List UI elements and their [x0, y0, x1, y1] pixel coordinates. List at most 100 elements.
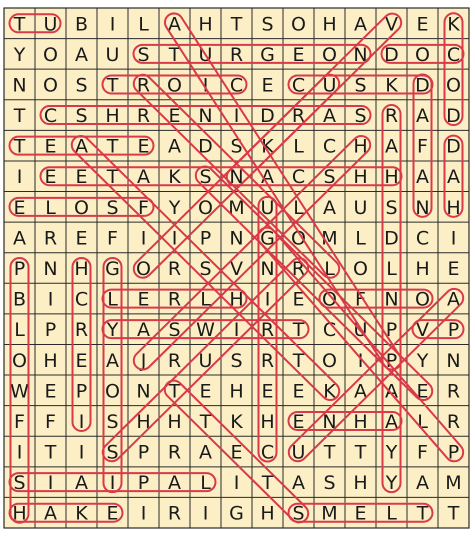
- grid-letter: B: [13, 289, 26, 311]
- grid-letter: H: [43, 350, 57, 372]
- grid-letter: A: [292, 472, 305, 494]
- grid-letter: R: [385, 105, 398, 127]
- grid-letter: A: [168, 136, 181, 158]
- grid-letter: Y: [416, 350, 429, 372]
- grid-letter: A: [416, 166, 429, 188]
- grid-letter: A: [416, 105, 429, 127]
- grid-letter: L: [293, 136, 304, 158]
- grid-letter: A: [385, 136, 398, 158]
- grid-letter: A: [199, 442, 212, 464]
- grid-letter: Y: [168, 197, 181, 219]
- grid-letter: F: [45, 411, 56, 433]
- grid-letter: T: [323, 442, 336, 464]
- grid-letter: R: [44, 227, 57, 249]
- grid-letter: R: [168, 258, 181, 280]
- grid-letter: O: [105, 380, 120, 402]
- grid-letter: I: [48, 289, 54, 311]
- grid-letter: H: [260, 411, 274, 433]
- grid-letter: I: [203, 503, 209, 525]
- grid-letter: Y: [13, 44, 26, 66]
- grid-letter: S: [323, 472, 335, 494]
- grid-letter: W: [10, 380, 29, 402]
- grid-letter: I: [79, 411, 85, 433]
- grid-letter: R: [168, 503, 181, 525]
- grid-letter: R: [447, 411, 460, 433]
- grid-letter: U: [354, 197, 368, 219]
- grid-letter: P: [45, 319, 56, 341]
- grid-letter: T: [13, 105, 26, 127]
- grid-letter: I: [234, 472, 240, 494]
- grid-letter: O: [12, 350, 27, 372]
- grid-letter: O: [291, 13, 306, 35]
- grid-letter: S: [75, 74, 87, 96]
- grid-letter: E: [292, 380, 304, 402]
- grid-letter: N: [229, 227, 243, 249]
- grid-letter: P: [14, 258, 25, 280]
- grid-letter: R: [447, 380, 460, 402]
- grid-letter: A: [75, 44, 88, 66]
- grid-letter: R: [261, 350, 274, 372]
- grid-letter: H: [74, 258, 88, 280]
- grid-letter: E: [447, 258, 459, 280]
- grid-letter: N: [260, 258, 274, 280]
- grid-letter: E: [261, 380, 273, 402]
- grid-letter: L: [355, 227, 366, 249]
- grid-letter: E: [199, 380, 211, 402]
- grid-letter: G: [229, 503, 244, 525]
- grid-letter: S: [106, 411, 118, 433]
- grid-letter: D: [446, 136, 461, 158]
- grid-letter: H: [322, 13, 336, 35]
- grid-letter: N: [446, 350, 460, 372]
- grid-letter: O: [43, 44, 58, 66]
- grid-letter: I: [172, 227, 178, 249]
- grid-letter: O: [43, 74, 58, 96]
- grid-letter: S: [230, 350, 242, 372]
- grid-letter: S: [230, 136, 242, 158]
- grid-letter: T: [44, 442, 57, 464]
- grid-letter: I: [17, 166, 23, 188]
- word-search-puzzle: TUBILAHTSOHAVEKYOAUSTURGEONDOCNOSTROICEC…: [0, 0, 475, 536]
- grid-letter: H: [415, 258, 429, 280]
- grid-letter: E: [75, 350, 87, 372]
- word-search-grid: T U B I L A H T S O H A V E KY O A U S T U R G E O N D O CN O S T R O I C E C…: [3, 7, 470, 529]
- grid-letter: E: [261, 74, 273, 96]
- grid-letter: F: [14, 411, 25, 433]
- grid-letter: H: [353, 472, 367, 494]
- grid-letter: C: [416, 227, 429, 249]
- grid-letter: I: [17, 442, 23, 464]
- grid-letter: M: [445, 472, 461, 494]
- grid-letter: T: [230, 13, 243, 35]
- grid-letter: U: [106, 44, 120, 66]
- grid-letter: N: [43, 258, 57, 280]
- grid-letter: T: [447, 503, 460, 525]
- grid-letter: S: [261, 13, 273, 35]
- grid-letter: I: [79, 442, 85, 464]
- grid-letter: I: [110, 13, 116, 35]
- grid-letter: A: [447, 166, 460, 188]
- grid-letter: H: [167, 411, 181, 433]
- grid-letter: L: [386, 258, 397, 280]
- grid-letter: L: [138, 13, 149, 35]
- grid-letter: E: [75, 227, 87, 249]
- grid-letter: O: [353, 258, 368, 280]
- grid-letter: A: [13, 227, 26, 249]
- grid-letter: N: [136, 380, 150, 402]
- grid-letter: E: [44, 380, 56, 402]
- grid-letter: P: [76, 380, 87, 402]
- grid-letter: P: [138, 442, 149, 464]
- grid-letter: B: [75, 13, 88, 35]
- grid-letter: C: [323, 136, 336, 158]
- grid-letter: G: [105, 258, 120, 280]
- grid-letter: I: [141, 503, 147, 525]
- grid-letter: N: [12, 74, 26, 96]
- grid-letter: A: [354, 13, 367, 35]
- grid-letter: A: [323, 197, 336, 219]
- grid-letter: Y: [385, 442, 398, 464]
- grid-letter: I: [451, 227, 457, 249]
- grid-letter: O: [322, 350, 337, 372]
- grid-letter: C: [75, 289, 88, 311]
- grid-letter: H: [198, 13, 212, 35]
- grid-letter: K: [447, 13, 460, 35]
- grid-letter: R: [168, 442, 181, 464]
- grid-letter: O: [446, 74, 461, 96]
